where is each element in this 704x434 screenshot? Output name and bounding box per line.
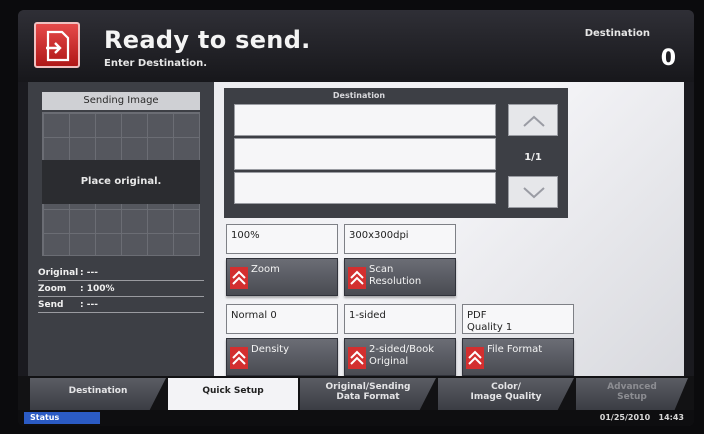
label-line: Density [251, 344, 290, 355]
sending-image-preview: Sending Image Place original. Original: … [28, 82, 214, 376]
label-line: Resolution [369, 276, 422, 287]
tab-color-image-quality[interactable]: Color/ Image Quality [438, 378, 574, 410]
tab-label: Quick Setup [202, 386, 264, 396]
tab-label: Setup [617, 392, 647, 402]
info-value: : 100% [80, 284, 115, 294]
value-text: 100% [231, 230, 260, 241]
tab-label: Color/ [491, 382, 521, 392]
page-indicator: 1/1 [524, 152, 542, 163]
info-value: : --- [80, 268, 98, 278]
date: 01/25/2010 [599, 413, 651, 422]
info-value: : --- [80, 300, 98, 310]
info-label: Send [38, 300, 64, 310]
send-document-icon [34, 22, 80, 68]
value-text: 300x300dpi [349, 230, 409, 241]
chevron-up-icon [523, 115, 545, 127]
button-label: Zoom [251, 264, 280, 276]
page-title: Ready to send. [104, 26, 311, 54]
info-zoom: Zoom : 100% [38, 284, 115, 294]
chevron-up-double-icon [348, 267, 366, 289]
time: 14:43 [658, 413, 684, 422]
footer: Status 01/25/2010 14:43 [18, 410, 694, 426]
density-setting: Normal 0 Density [226, 304, 338, 376]
density-value: Normal 0 [226, 304, 338, 334]
page-subtitle: Enter Destination. [104, 58, 208, 69]
label-line: File Format [487, 344, 543, 355]
destination-count-label: Destination [584, 28, 650, 39]
scroll-up-button[interactable] [508, 104, 558, 136]
chevron-up-double-icon [230, 267, 248, 289]
zoom-button[interactable]: Zoom [226, 258, 338, 296]
sides-value: 1-sided [344, 304, 456, 334]
label-line: Original [369, 356, 409, 367]
info-send: Send : --- [38, 300, 98, 310]
tab-label: Data Format [336, 392, 400, 402]
info-label: Original [38, 268, 79, 278]
destination-panel: Destination 1/1 [224, 88, 568, 218]
zoom-setting: 100% Zoom [226, 224, 338, 296]
value-text: Normal 0 [231, 310, 277, 321]
resolution-value: 300x300dpi [344, 224, 456, 254]
divider [38, 296, 204, 297]
destination-count: 0 [660, 46, 676, 71]
label-line: Zoom [251, 264, 280, 275]
main-area: Sending Image Place original. Original: … [28, 82, 684, 376]
tab-destination[interactable]: Destination [30, 378, 166, 410]
label-line: 2-sided/Book [369, 344, 435, 355]
two-sided-book-original-setting: 1-sided 2-sided/Book Original [344, 304, 456, 376]
status-button[interactable]: Status [24, 412, 100, 424]
preview-title: Sending Image [42, 92, 200, 110]
value-text: 1-sided [349, 310, 386, 321]
scroll-down-button[interactable] [508, 176, 558, 208]
button-label: File Format [487, 344, 542, 356]
value-text: PDF [467, 310, 487, 321]
tab-original-sending-data-format[interactable]: Original/Sending Data Format [300, 378, 436, 410]
place-original-message: Place original. [42, 160, 200, 204]
scan-resolution-setting: 300x300dpi Scan Resolution [344, 224, 456, 296]
file-format-value: PDF Quality 1 [462, 304, 574, 334]
device-screen: Ready to send. Enter Destination. Destin… [18, 10, 694, 426]
label-line: Scan [369, 264, 394, 275]
button-label: 2-sided/Book Original [369, 344, 434, 368]
info-label: Zoom [38, 284, 67, 294]
chevron-up-double-icon [230, 347, 248, 369]
density-button[interactable]: Density [226, 338, 338, 376]
destination-row[interactable] [234, 172, 496, 204]
scan-resolution-button[interactable]: Scan Resolution [344, 258, 456, 296]
chevron-up-double-icon [348, 347, 366, 369]
value-text: Quality 1 [467, 322, 513, 333]
file-format-setting: PDF Quality 1 File Format [462, 304, 574, 376]
button-label: Density [251, 344, 289, 356]
chevron-down-icon [523, 187, 545, 199]
file-format-button[interactable]: File Format [462, 338, 574, 376]
tab-label: Image Quality [470, 392, 542, 402]
header: Ready to send. Enter Destination. Destin… [18, 10, 694, 82]
tab-label: Destination [68, 386, 128, 396]
zoom-value: 100% [226, 224, 338, 254]
button-label: Scan Resolution [369, 264, 421, 288]
tab-bar: Destination Quick Setup Original/Sending… [18, 376, 694, 410]
divider [38, 280, 204, 281]
two-sided-book-original-button[interactable]: 2-sided/Book Original [344, 338, 456, 376]
date-time: 01/25/2010 14:43 [600, 412, 684, 424]
tab-advanced-setup[interactable]: Advanced Setup [576, 378, 688, 410]
destination-list-label: Destination [332, 91, 386, 100]
divider [38, 312, 204, 313]
tab-quick-setup[interactable]: Quick Setup [168, 378, 298, 410]
tab-label: Advanced [607, 382, 657, 392]
info-original: Original: --- [38, 268, 98, 278]
destination-row[interactable] [234, 138, 496, 170]
tab-label: Original/Sending [325, 382, 411, 392]
destination-row[interactable] [234, 104, 496, 136]
chevron-up-double-icon [466, 347, 484, 369]
